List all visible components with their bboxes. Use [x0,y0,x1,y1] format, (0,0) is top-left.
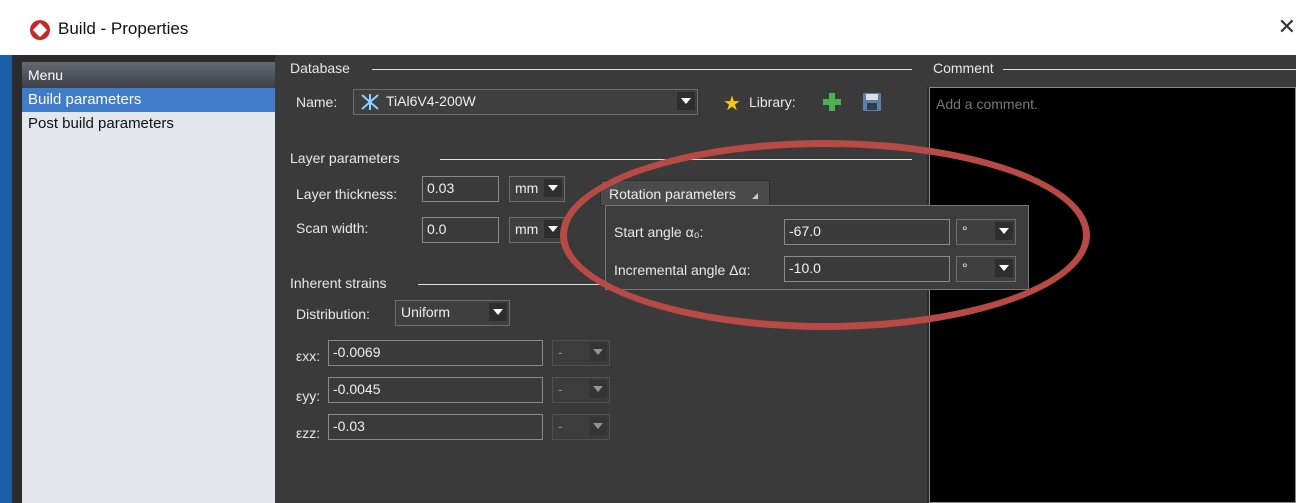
incremental-angle-unit-select[interactable]: ° [956,256,1016,282]
chevron-down-icon [489,303,507,321]
scan-width-label: Scan width: [296,220,369,236]
database-section: Database [290,60,915,76]
title-bar: Build - Properties ✕ [0,0,1296,56]
library-label: Library: [749,94,796,110]
chevron-down-icon [589,417,607,435]
comment-section-title: Comment [933,60,994,76]
app-logo-icon [30,20,50,40]
incremental-angle-label: Incremental angle Δα: [614,262,751,278]
strain-zz-unit-select: - [552,414,610,440]
material-select[interactable]: TiAl6V4-200W [353,89,698,115]
strain-xx-unit-select: - [552,340,610,366]
close-button[interactable]: ✕ [1278,14,1296,40]
distribution-value: Uniform [401,304,451,320]
layer-thickness-unit-select[interactable]: mm [509,176,565,202]
strain-xx-input[interactable]: -0.0069 [328,340,543,366]
strain-yy-unit-select: - [552,377,610,403]
strain-yy-unit: - [558,381,563,397]
layer-thickness-label: Layer thickness: [296,186,398,202]
strain-yy-input[interactable]: -0.0045 [328,377,543,403]
strain-xx-label: εxx: [296,348,321,364]
start-angle-input[interactable]: -67.0 [784,219,950,245]
strain-yy-label: εyy: [296,388,321,404]
menu-header: Menu [22,62,275,88]
start-angle-unit: ° [962,223,968,239]
comment-placeholder: Add a comment. [936,96,1038,112]
layer-section-title: Layer parameters [290,150,400,166]
distribution-label: Distribution: [296,306,370,322]
window-title: Build - Properties [58,19,189,38]
scan-width-unit-select[interactable]: mm [509,217,565,243]
strain-zz-unit: - [558,418,563,434]
material-icon [361,94,379,110]
strain-xx-unit: - [558,344,563,360]
layer-section: Layer parameters [290,150,915,166]
strain-zz-input[interactable]: -0.03 [328,414,543,440]
chevron-down-icon [544,220,562,238]
incremental-angle-unit: ° [962,260,968,276]
sidebar-menu: Menu Build parameters Post build paramet… [22,62,275,503]
layer-thickness-input[interactable]: 0.03 [422,176,499,202]
layer-thickness-unit: mm [515,180,539,196]
distribution-select[interactable]: Uniform [395,300,510,326]
rotation-tab-label: Rotation parameters [609,186,736,202]
strain-zz-label: εzz: [296,425,321,441]
start-angle-unit-select[interactable]: ° [956,219,1016,245]
chevron-down-icon [589,343,607,361]
chevron-down-icon [995,222,1013,240]
chevron-down-icon [995,259,1013,277]
menu-item-build-parameters[interactable]: Build parameters [22,88,275,112]
rotation-parameters-tab[interactable]: Rotation parameters [600,180,770,206]
chevron-down-icon [544,179,562,197]
scan-width-unit: mm [515,221,539,237]
database-section-title: Database [290,60,350,76]
chevron-down-icon [589,380,607,398]
add-to-library-icon[interactable] [821,91,843,113]
comment-textarea[interactable]: Add a comment. [929,87,1296,503]
incremental-angle-input[interactable]: -10.0 [784,256,950,282]
chevron-down-icon [677,92,695,110]
scan-width-input[interactable]: 0.0 [422,217,499,243]
save-icon[interactable] [861,91,883,113]
comment-section: Comment [927,55,1296,87]
name-label: Name: [296,94,338,110]
start-angle-label: Start angle α₀: [614,224,704,240]
resize-grip-icon [752,193,758,199]
strains-section-title: Inherent strains [290,275,387,291]
rotation-parameters-popup: Start angle α₀: -67.0 ° Incremental angl… [605,205,1029,290]
menu-item-post-build-parameters[interactable]: Post build parameters [22,112,275,136]
material-name: TiAl6V4-200W [386,93,476,109]
star-icon[interactable]: ★ [723,91,741,116]
